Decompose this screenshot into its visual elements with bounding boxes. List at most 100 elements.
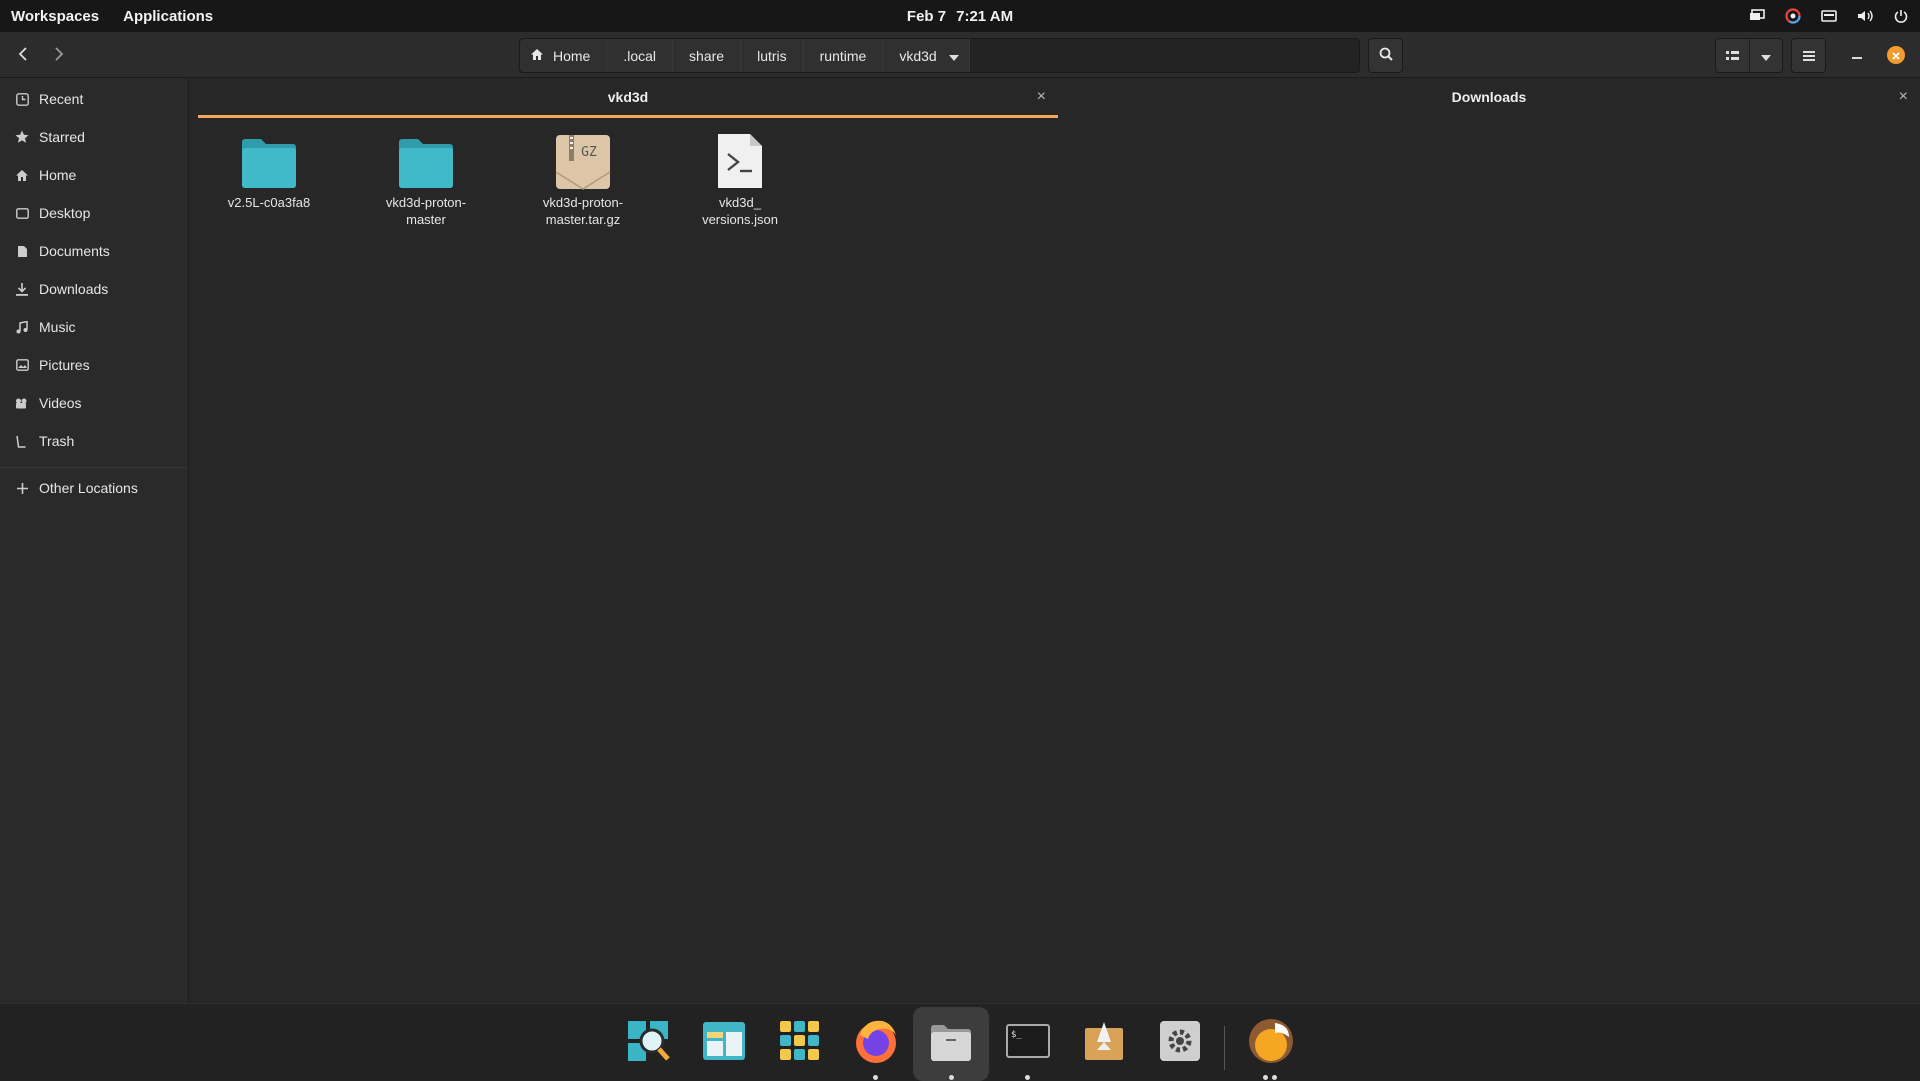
minimize-button[interactable] bbox=[1840, 38, 1873, 71]
trash-icon bbox=[14, 435, 30, 448]
view-toggle-group bbox=[1715, 38, 1783, 73]
forward-button[interactable] bbox=[44, 40, 74, 70]
minimize-icon bbox=[1851, 47, 1862, 63]
dock-app-grid[interactable] bbox=[774, 1016, 826, 1068]
sidebar-item-documents[interactable]: Documents bbox=[0, 236, 188, 266]
dock-settings[interactable] bbox=[1154, 1016, 1206, 1068]
clock: Feb 7 7:21 AM bbox=[0, 0, 1920, 32]
path-bar: Home .local share lutris runtime vkd3d bbox=[519, 38, 1360, 73]
hamburger-icon bbox=[1802, 48, 1815, 64]
tab-close-icon[interactable]: × bbox=[1899, 88, 1908, 106]
close-window-button[interactable] bbox=[1887, 46, 1905, 64]
tab-close-icon[interactable]: × bbox=[1037, 88, 1046, 106]
app-grid-icon bbox=[779, 1020, 821, 1065]
dock-separator bbox=[1224, 1026, 1225, 1070]
dropdown-arrow-icon[interactable] bbox=[948, 48, 959, 64]
sidebar-item-downloads[interactable]: Downloads bbox=[0, 274, 188, 304]
breadcrumb-label: vkd3d bbox=[899, 47, 937, 64]
workspaces-button[interactable]: Workspaces bbox=[11, 8, 99, 25]
video-icon bbox=[14, 398, 30, 409]
clock-date[interactable]: Feb 7 bbox=[907, 8, 946, 25]
sidebar-item-label: Home bbox=[39, 167, 77, 183]
sidebar-item-label: Pictures bbox=[39, 357, 90, 373]
path-bar-empty-area[interactable] bbox=[970, 39, 1359, 72]
script-file-icon bbox=[708, 126, 772, 190]
breadcrumb-runtime[interactable]: runtime bbox=[803, 39, 884, 72]
running-indicator bbox=[1272, 1075, 1277, 1080]
sidebar-item-other-locations[interactable]: Other Locations bbox=[0, 473, 188, 503]
tab-label: Downloads bbox=[1451, 89, 1527, 105]
sidebar-item-recent[interactable]: Recent bbox=[0, 84, 188, 114]
clock-time[interactable]: 7:21 AM bbox=[956, 8, 1013, 25]
archive-icon: GZ bbox=[551, 126, 615, 190]
picture-icon bbox=[14, 359, 30, 371]
folder-icon bbox=[237, 126, 301, 190]
dock-app-store[interactable] bbox=[1078, 1016, 1130, 1068]
dock-files-viewer-app[interactable] bbox=[698, 1016, 750, 1068]
view-options-button[interactable] bbox=[1750, 39, 1783, 72]
sidebar-item-label: Documents bbox=[39, 243, 110, 259]
file-item[interactable]: vkd3d_ versions.json bbox=[670, 126, 810, 228]
sidebar-item-label: Starred bbox=[39, 129, 85, 145]
volume-icon[interactable] bbox=[1856, 7, 1874, 25]
running-indicator bbox=[1025, 1075, 1030, 1080]
tab-downloads[interactable]: Downloads × bbox=[1058, 78, 1920, 116]
breadcrumb-share[interactable]: share bbox=[673, 39, 742, 72]
sidebar-divider bbox=[0, 467, 188, 468]
folder-app-icon bbox=[930, 1024, 972, 1065]
dock: $_ bbox=[0, 1003, 1920, 1081]
sidebar-item-starred[interactable]: Starred bbox=[0, 122, 188, 152]
sidebar-item-home[interactable]: Home bbox=[0, 160, 188, 190]
header-bar: Home .local share lutris runtime vkd3d bbox=[0, 32, 1920, 78]
file-name: vkd3d-proton- master bbox=[385, 195, 467, 227]
close-icon bbox=[1892, 47, 1900, 63]
breadcrumb-lutris[interactable]: lutris bbox=[741, 39, 804, 72]
dock-files[interactable] bbox=[913, 1007, 989, 1081]
sidebar-item-music[interactable]: Music bbox=[0, 312, 188, 342]
color-wheel-icon[interactable] bbox=[1784, 7, 1802, 25]
lutris-icon bbox=[1247, 1017, 1295, 1068]
sidebar-item-pictures[interactable]: Pictures bbox=[0, 350, 188, 380]
dock-lutris[interactable] bbox=[1245, 1016, 1297, 1068]
breadcrumb-vkd3d[interactable]: vkd3d bbox=[883, 39, 970, 72]
sidebar: Recent Starred Home Desktop Documents Do… bbox=[0, 78, 189, 1003]
file-name: vkd3d_ versions.json bbox=[702, 195, 778, 227]
firefox-icon bbox=[852, 1017, 900, 1068]
content-area: vkd3d × Downloads × v2.5L-c0a3fa8 vkd3d-… bbox=[189, 78, 1920, 1003]
desktop-icon bbox=[14, 207, 30, 219]
file-item[interactable]: v2.5L-c0a3fa8 bbox=[199, 126, 339, 211]
display-icon[interactable] bbox=[1748, 7, 1766, 25]
dock-terminal[interactable]: $_ bbox=[1002, 1016, 1054, 1068]
search-icon bbox=[1379, 47, 1393, 64]
chevron-right-icon bbox=[54, 46, 64, 64]
sidebar-item-trash[interactable]: Trash bbox=[0, 426, 188, 456]
sidebar-item-label: Desktop bbox=[39, 205, 91, 221]
tab-vkd3d[interactable]: vkd3d × bbox=[198, 78, 1058, 118]
document-icon bbox=[14, 245, 30, 258]
search-button[interactable] bbox=[1368, 38, 1403, 73]
breadcrumb-local[interactable]: .local bbox=[607, 39, 674, 72]
power-icon[interactable] bbox=[1892, 7, 1910, 25]
view-mode-button[interactable] bbox=[1716, 39, 1750, 72]
dock-search-app[interactable] bbox=[622, 1016, 674, 1068]
clock-icon bbox=[14, 92, 30, 106]
sidebar-item-videos[interactable]: Videos bbox=[0, 388, 188, 418]
star-icon bbox=[14, 130, 30, 144]
file-item[interactable]: vkd3d-proton- master bbox=[356, 126, 496, 228]
download-icon bbox=[14, 282, 30, 296]
plus-icon bbox=[14, 482, 30, 494]
top-bar: Workspaces Applications Feb 7 7:21 AM bbox=[0, 0, 1920, 32]
sidebar-item-label: Videos bbox=[39, 395, 82, 411]
back-button[interactable] bbox=[8, 40, 38, 70]
breadcrumb-home[interactable]: Home bbox=[520, 39, 608, 72]
applications-button[interactable]: Applications bbox=[123, 8, 213, 25]
file-item[interactable]: GZ vkd3d-proton- master.tar.gz bbox=[513, 126, 653, 228]
rocket-store-icon bbox=[1083, 1020, 1125, 1065]
sidebar-item-desktop[interactable]: Desktop bbox=[0, 198, 188, 228]
dock-firefox[interactable] bbox=[850, 1016, 902, 1068]
main-menu-button[interactable] bbox=[1791, 38, 1826, 73]
keyboard-icon[interactable] bbox=[1820, 7, 1838, 25]
window-app-icon bbox=[702, 1021, 746, 1064]
chevron-left-icon bbox=[18, 46, 28, 64]
home-icon bbox=[14, 169, 30, 182]
